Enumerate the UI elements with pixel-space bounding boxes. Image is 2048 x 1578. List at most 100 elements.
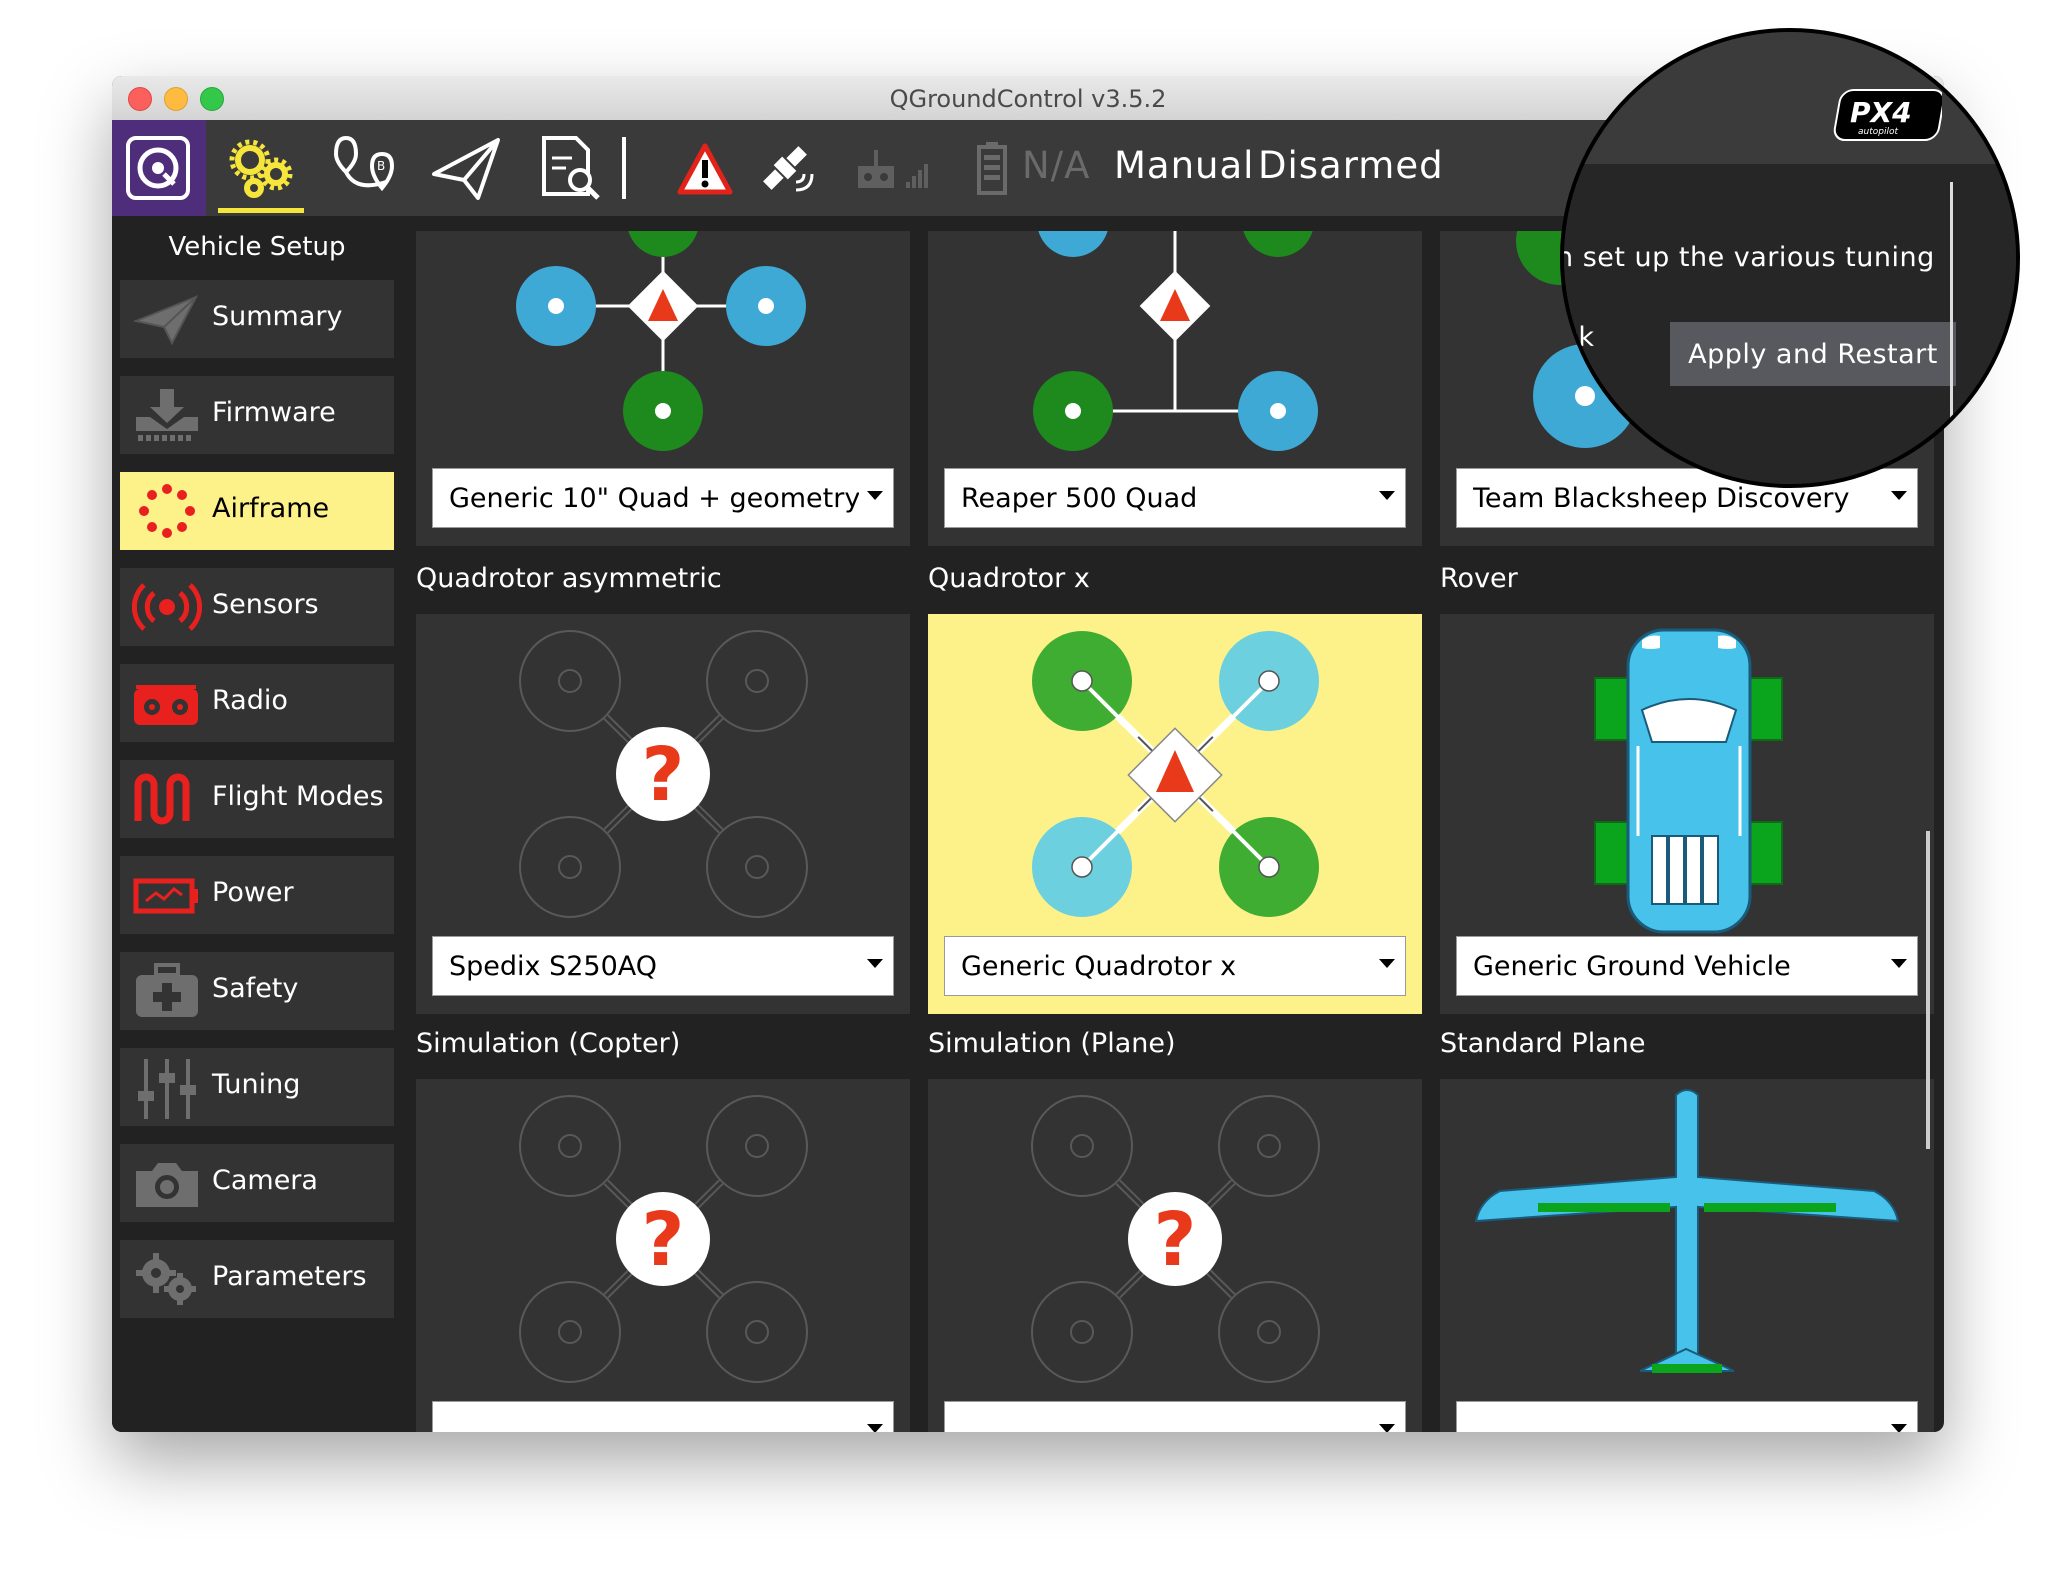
toolbar-divider xyxy=(622,137,626,199)
airframe-card[interactable]: Generic Ground Vehicle xyxy=(1440,614,1934,1014)
svg-text:autopilot: autopilot xyxy=(1858,127,1898,137)
svg-text:?: ? xyxy=(642,1197,685,1283)
airframe-select[interactable]: Generic Quadrotor x xyxy=(944,936,1406,996)
gps-button[interactable] xyxy=(752,120,818,216)
chevron-down-icon xyxy=(867,491,883,500)
vertical-scrollbar[interactable] xyxy=(1926,831,1930,1149)
chevron-down-icon xyxy=(1891,491,1907,500)
sidebar-item-label: Sensors xyxy=(212,589,319,620)
sidebar-item-firmware[interactable]: Firmware xyxy=(120,376,394,454)
plan-view-icon: B xyxy=(333,135,395,192)
sidebar-item-parameters[interactable]: Parameters xyxy=(120,1240,394,1318)
first-aid-icon xyxy=(136,963,198,1017)
chevron-down-icon xyxy=(1379,491,1395,500)
airframe-select[interactable]: Spedix S250AQ xyxy=(432,936,894,996)
airframe-card[interactable]: ? xyxy=(928,1079,1422,1432)
armed-state-indicator[interactable]: Disarmed xyxy=(1258,144,1444,187)
airframe-group-label: Rover xyxy=(1440,563,1518,594)
sidebar-item-summary[interactable]: Summary xyxy=(120,280,394,358)
sidebar-item-label: Flight Modes xyxy=(212,781,384,812)
svg-text:PX4: PX4 xyxy=(1850,96,1912,129)
airframe-card[interactable]: ? xyxy=(416,1079,910,1432)
sidebar-title: Vehicle Setup xyxy=(168,232,346,262)
sidebar-item-label: Firmware xyxy=(212,397,336,428)
rc-rssi-button[interactable] xyxy=(848,120,938,216)
sidebar-item-label: Safety xyxy=(212,973,299,1004)
svg-text:?: ? xyxy=(1154,1197,1197,1283)
battery-icon xyxy=(977,142,1007,195)
airframe-select-value: Generic 10" Quad + geometry xyxy=(449,483,859,514)
sidebar-item-label: Airframe xyxy=(212,493,330,524)
px4-autopilot-logo: PX4 autopilot xyxy=(1833,89,1942,141)
gears-icon xyxy=(136,1253,196,1305)
unknown-quad-diagram: ? xyxy=(519,630,808,918)
airframe-card[interactable]: ? Spedix S250AQ xyxy=(416,614,910,1014)
airframe-select[interactable]: Generic 10" Quad + geometry xyxy=(432,468,894,528)
apply-and-restart-button[interactable]: Apply and Restart xyxy=(1670,322,1956,386)
vehicle-setup-button[interactable] xyxy=(212,120,310,216)
chevron-down-icon xyxy=(867,959,883,968)
camera-icon xyxy=(136,1163,198,1207)
airframe-select[interactable]: Generic Ground Vehicle xyxy=(1456,936,1918,996)
airframe-group-label: Standard Plane xyxy=(1440,1028,1646,1059)
unknown-quad-diagram: ? xyxy=(1031,1095,1320,1383)
sensor-icon xyxy=(132,583,202,631)
warning-icon xyxy=(677,143,733,195)
sidebar-item-power[interactable]: Power xyxy=(120,856,394,934)
airframe-group-label: Quadrotor asymmetric xyxy=(416,563,722,594)
airframe-select-value: Generic Ground Vehicle xyxy=(1473,951,1791,982)
fly-view-icon xyxy=(432,138,500,200)
fly-view-button[interactable] xyxy=(424,120,508,216)
download-icon xyxy=(136,389,198,441)
svg-text:?: ? xyxy=(642,732,685,818)
airframe-select[interactable] xyxy=(1456,1401,1918,1432)
flight-modes-icon xyxy=(134,773,190,825)
airframe-card[interactable]: Generic 10" Quad + geometry xyxy=(416,216,910,546)
sidebar-item-label: Tuning xyxy=(212,1069,301,1100)
analyze-button[interactable] xyxy=(532,120,612,216)
sliders-icon xyxy=(138,1059,196,1119)
setup-sidebar: Vehicle Setup Summary Firmware Airframe … xyxy=(112,216,402,1432)
airframe-card[interactable] xyxy=(1440,1079,1934,1432)
sidebar-item-sensors[interactable]: Sensors xyxy=(120,568,394,646)
messages-button[interactable] xyxy=(672,120,738,216)
airframe-group-label: Quadrotor x xyxy=(928,563,1090,594)
airframe-select[interactable] xyxy=(432,1401,894,1432)
airframe-select[interactable]: Reaper 500 Quad xyxy=(944,468,1406,528)
gps-icon xyxy=(763,146,814,192)
airframe-dots-icon xyxy=(139,484,195,538)
quad-x-diagram xyxy=(1032,631,1319,917)
airframe-select-value: Team Blacksheep Discovery xyxy=(1473,483,1850,514)
sidebar-item-airframe[interactable]: Airframe xyxy=(120,472,394,550)
plan-view-button[interactable]: B xyxy=(322,120,408,216)
chevron-down-icon xyxy=(1891,959,1907,968)
sidebar-item-safety[interactable]: Safety xyxy=(120,952,394,1030)
airframe-select-value: Generic Quadrotor x xyxy=(961,951,1237,982)
sidebar-item-label: Parameters xyxy=(212,1261,367,1292)
airframe-card-selected[interactable]: Generic Quadrotor x xyxy=(928,614,1422,1014)
chevron-down-icon xyxy=(1379,1424,1395,1432)
quad-plus-diagram xyxy=(516,216,806,451)
chevron-down-icon xyxy=(1379,959,1395,968)
flight-mode-selector[interactable]: Manual xyxy=(1114,144,1254,187)
airframe-select-value: Spedix S250AQ xyxy=(449,951,658,982)
airframe-group-label: Simulation (Plane) xyxy=(928,1028,1176,1059)
chevron-down-icon xyxy=(867,1424,883,1432)
sidebar-item-tuning[interactable]: Tuning xyxy=(120,1048,394,1126)
rover-diagram xyxy=(1594,628,1783,934)
sidebar-item-camera[interactable]: Camera xyxy=(120,1144,394,1222)
airframe-select[interactable] xyxy=(944,1401,1406,1432)
chevron-down-icon xyxy=(1891,1424,1907,1432)
sidebar-item-flight-modes[interactable]: Flight Modes xyxy=(120,760,394,838)
magnifier-callout: PX4 autopilot n set up the various tunin… xyxy=(1560,28,2020,488)
radio-icon xyxy=(134,685,198,725)
airframe-card[interactable]: Reaper 500 Quad xyxy=(928,216,1422,546)
sidebar-item-label: Camera xyxy=(212,1165,318,1196)
qgc-logo-icon xyxy=(126,136,190,200)
vehicle-setup-icon xyxy=(218,139,304,213)
magnifier-scrollbar xyxy=(1950,182,1953,437)
airframe-group-label: Simulation (Copter) xyxy=(416,1028,681,1059)
sidebar-item-radio[interactable]: Radio xyxy=(120,664,394,742)
qgc-logo-button[interactable] xyxy=(112,120,206,216)
battery-button[interactable] xyxy=(974,120,1010,216)
